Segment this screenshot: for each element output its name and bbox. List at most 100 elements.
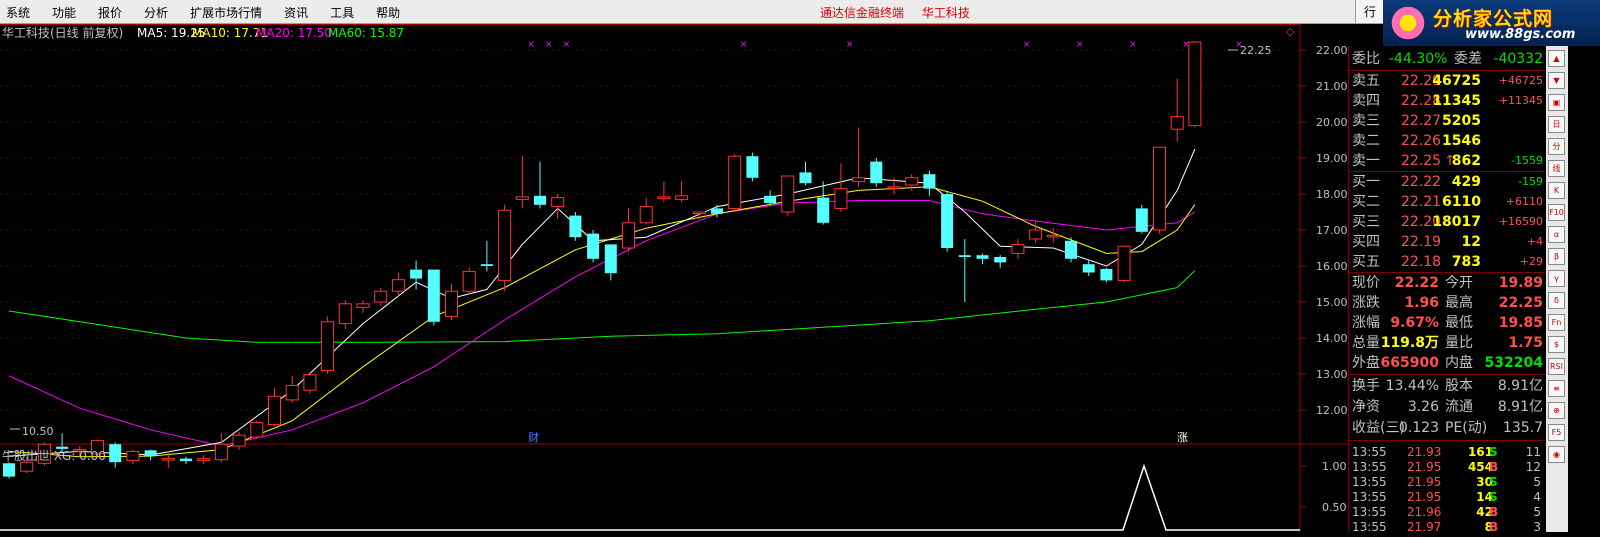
bid-price: 22.19: [1401, 234, 1442, 250]
candle-body-up: [356, 303, 370, 308]
signal-x-marker: ×: [545, 40, 553, 50]
toolbar-button[interactable]: α: [1548, 226, 1565, 243]
toolbar-button[interactable]: $: [1548, 336, 1565, 353]
candle-body-up: [1011, 243, 1025, 254]
menu-extended-market[interactable]: 扩展市场行情: [190, 4, 262, 21]
ask-volume: 1546: [1442, 133, 1481, 149]
toolbar-button[interactable]: F5: [1548, 424, 1565, 441]
candle-body-up: [728, 155, 742, 209]
weibi-row: 委比 -44.30% 委差 -40332: [1349, 49, 1545, 69]
bid-row: 买四 22.19 12 +4: [1349, 232, 1545, 252]
finance-event-marker[interactable]: 财: [528, 430, 539, 444]
toolbar-button[interactable]: RSI: [1548, 358, 1565, 375]
signal-x-marker: ×: [1076, 40, 1084, 50]
bid-row: 买三 22.20 18017 +16590: [1349, 212, 1545, 232]
toolbar-button[interactable]: β: [1548, 248, 1565, 265]
kline-chart[interactable]: × × × × × × × × × × 22.0021.0020.0019.0018.0017.0…: [0, 24, 1348, 532]
fundamental-label: 换手: [1352, 378, 1380, 394]
stat-label: 涨跌: [1352, 295, 1380, 311]
ask-row: 卖一 22.25 862 -1559 ↑: [1349, 151, 1545, 171]
limit-up-marker[interactable]: 涨: [1177, 431, 1188, 444]
candle-body-up: [657, 196, 671, 199]
candle-body-up: [391, 279, 405, 292]
candle-body-up: [551, 197, 565, 208]
low-price-label: 10.50: [22, 425, 54, 438]
price-axis-label: 19.00: [1316, 152, 1348, 165]
divider: [1349, 374, 1545, 375]
price-axis-label: 20.00: [1316, 116, 1348, 129]
price-axis-label: 15.00: [1316, 296, 1348, 309]
stat-value: 532204: [1484, 355, 1543, 371]
menu-quote[interactable]: 报价: [98, 4, 122, 21]
stat-label: 最低: [1445, 315, 1473, 331]
toolbar-button[interactable]: F10: [1548, 204, 1565, 221]
candle-body-up: [887, 186, 901, 189]
candle-body-up: [834, 188, 848, 209]
fundamental-row: 换手 13.44% 股本 8.91亿: [1349, 376, 1545, 396]
weicha-value: -40332: [1493, 51, 1543, 67]
candle-body-up: [692, 211, 706, 214]
ma20-label: MA20: 17.50: [256, 26, 332, 40]
toolbar-button[interactable]: Fn: [1548, 314, 1565, 331]
candle-body-down: [1082, 264, 1095, 273]
toolbar-button[interactable]: ▣: [1548, 94, 1565, 111]
candle-body-down: [994, 257, 1007, 263]
tick-price: 21.97: [1407, 520, 1442, 534]
bid-row: 买五 22.18 783 +29: [1349, 252, 1545, 272]
price-axis-label: 12.00: [1316, 404, 1348, 417]
stock-title: 华工科技(日线 前复权): [2, 25, 123, 40]
fundamental-value: 13.44%: [1385, 378, 1439, 394]
ask-label: 卖二: [1352, 133, 1380, 149]
candle-body-up: [445, 290, 458, 317]
weibi-value: -44.30%: [1389, 51, 1448, 67]
signal-x-marker: ×: [1129, 40, 1137, 50]
quote-panel-toggle-button[interactable]: 行: [1355, 0, 1384, 23]
ask-change: +46725: [1498, 74, 1543, 87]
menu-tools[interactable]: 工具: [330, 4, 354, 21]
bid-price: 22.18: [1401, 254, 1442, 270]
toolbar-button[interactable]: γ: [1548, 270, 1565, 287]
toolbar-button[interactable]: ⊕: [1548, 402, 1565, 419]
toolbar-button[interactable]: 线: [1548, 160, 1565, 177]
up-arrow-icon: ↑: [1444, 153, 1456, 169]
fundamental-label: 股本: [1445, 378, 1473, 394]
menu-function[interactable]: 功能: [52, 4, 76, 21]
ask-price: 22.27: [1401, 113, 1442, 129]
toolbar-button[interactable]: ▲: [1548, 50, 1565, 67]
candle-body-up: [1170, 116, 1184, 130]
menu-analysis[interactable]: 分析: [144, 4, 168, 21]
candle-body-down: [480, 264, 493, 266]
fundamental-value: 135.7: [1502, 420, 1543, 436]
stat-row: 现价 22.22 今开 19.89: [1349, 273, 1545, 293]
fundamental-value: 8.91亿: [1497, 378, 1543, 394]
candle-body-up: [622, 222, 635, 249]
menu-bar: 系统 功能 报价 分析 扩展市场行情 资讯 工具 帮助 通达信金融终端 华工科技…: [0, 0, 1600, 24]
high-price-label: 22.25: [1240, 44, 1272, 57]
menu-system[interactable]: 系统: [6, 4, 30, 21]
diamond-icon[interactable]: ◇: [1286, 25, 1295, 38]
signal-x-marker: ×: [563, 40, 571, 50]
bid-volume: 429: [1451, 174, 1481, 190]
toolbar-button[interactable]: δ: [1548, 292, 1565, 309]
candle-body-down: [144, 450, 157, 457]
ask-label: 卖一: [1352, 153, 1380, 169]
ask-label: 卖三: [1352, 113, 1380, 129]
toolbar-button[interactable]: ◉: [1548, 446, 1565, 463]
stat-label: 涨幅: [1352, 315, 1380, 331]
ask-volume: 46725: [1432, 73, 1481, 89]
menu-info[interactable]: 资讯: [284, 4, 308, 21]
tick-time: 13:55: [1352, 520, 1387, 534]
toolbar-button[interactable]: K: [1548, 182, 1565, 199]
ask-row: 卖五 22.29 46725 +46725: [1349, 71, 1545, 91]
bid-label: 买三: [1352, 214, 1380, 230]
candle-body-down: [976, 255, 989, 259]
candle-body-down: [569, 215, 582, 238]
toolbar-button[interactable]: ▼: [1548, 72, 1565, 89]
toolbar-button[interactable]: 分: [1548, 138, 1565, 155]
toolbar-button[interactable]: 日: [1548, 116, 1565, 133]
menu-help[interactable]: 帮助: [376, 4, 400, 21]
stat-label: 内盘: [1445, 355, 1473, 371]
toolbar-button[interactable]: ≡: [1548, 380, 1565, 397]
bid-label: 买一: [1352, 174, 1380, 190]
stat-value: 22.25: [1498, 295, 1543, 311]
